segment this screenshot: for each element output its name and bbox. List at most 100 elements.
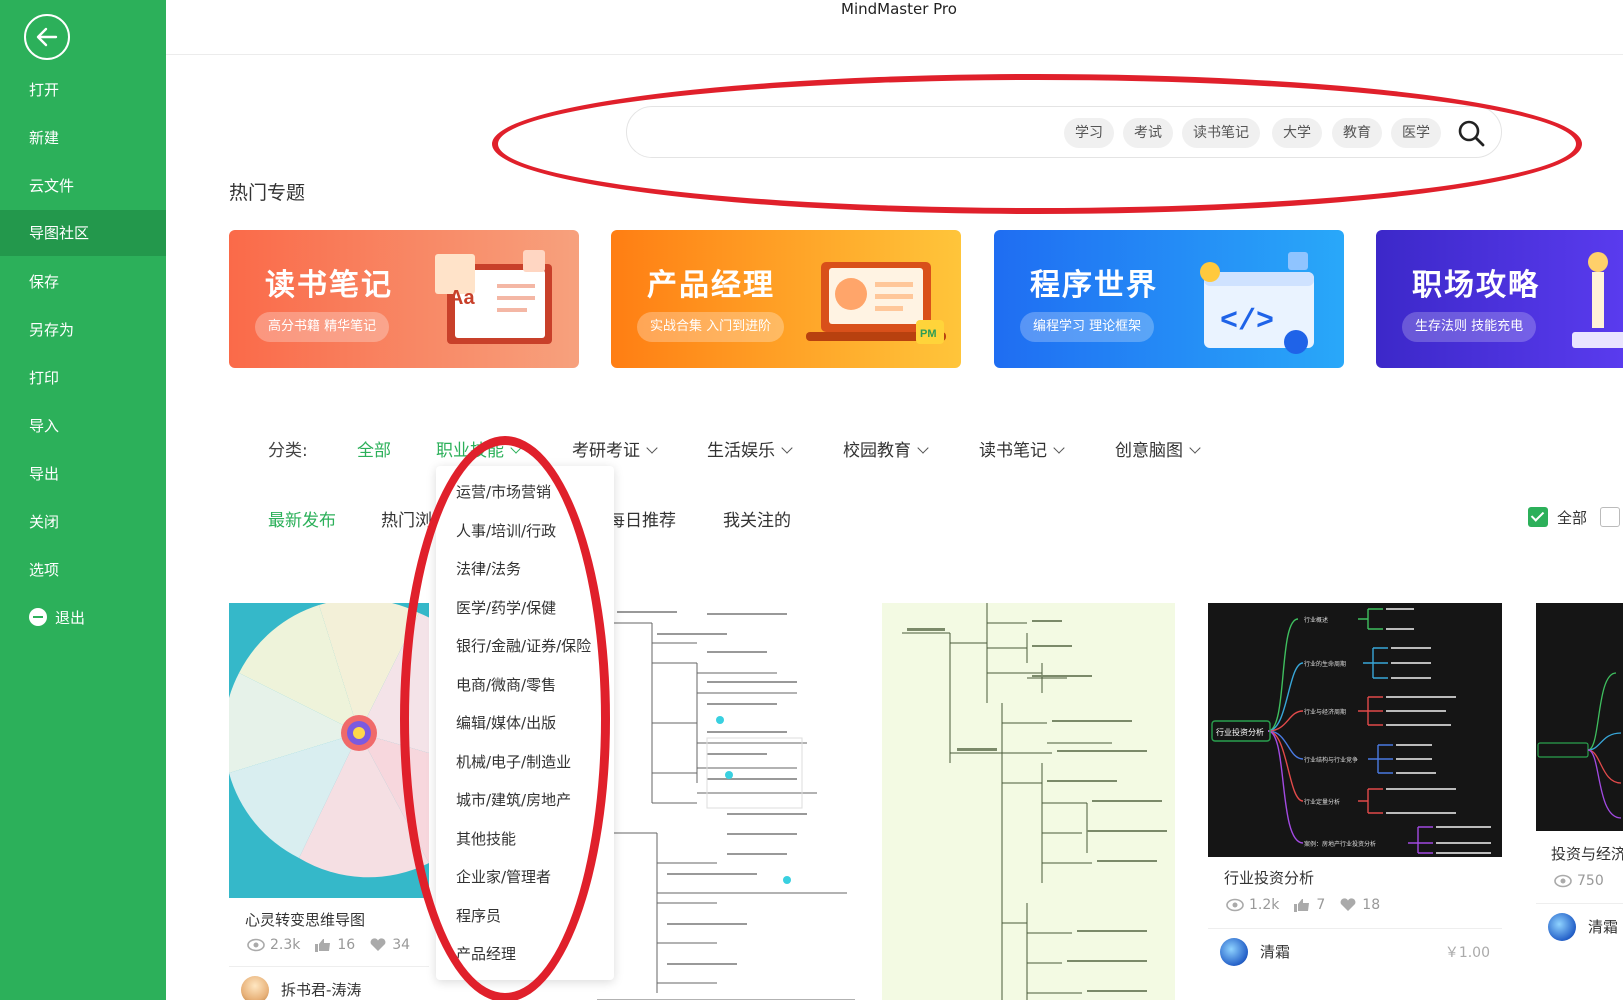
thumb-branch-label: 行业定量分析 — [1304, 798, 1340, 806]
card-stats: 1.2k 7 18 — [1226, 897, 1380, 913]
app-window: 打开 新建 云文件 导图社区 保存 另存为 打印 导入 导出 关闭 选项 退出 … — [0, 0, 1623, 1000]
dropdown-item[interactable]: 法律/法务 — [456, 558, 521, 579]
dropdown-item[interactable]: 运营/市场营销 — [456, 481, 551, 502]
svg-text:PM: PM — [920, 328, 937, 340]
search-tag[interactable]: 学习 — [1064, 118, 1114, 148]
sidebar-item-open[interactable]: 打开 — [0, 68, 166, 112]
dropdown-item[interactable]: 程序员 — [456, 905, 501, 926]
dropdown-item[interactable]: 医学/药学/保健 — [456, 597, 556, 618]
thumb-branch-label: 行业概述 — [1304, 616, 1328, 624]
search-tag[interactable]: 教育 — [1332, 118, 1382, 148]
dropdown-item[interactable]: 企业家/管理者 — [456, 866, 551, 887]
sidebar-item-options[interactable]: 选项 — [0, 548, 166, 592]
fav-count: 18 — [1362, 897, 1381, 913]
sidebar-item-exit[interactable]: 退出 — [0, 596, 166, 640]
mindmap-card[interactable]: 投资与经济 750 清霜 — [1536, 603, 1623, 1000]
dropdown-item[interactable]: 其他技能 — [456, 828, 516, 849]
eye-icon — [247, 938, 265, 952]
category-lifestyle[interactable]: 生活娱乐 — [707, 436, 793, 461]
card-title: 投资与经济 — [1551, 845, 1623, 863]
category-campus[interactable]: 校园教育 — [843, 436, 929, 461]
banner-title: 产品经理 — [647, 268, 775, 303]
sidebar-item-close[interactable]: 关闭 — [0, 500, 166, 544]
sidebar-item-export[interactable]: 导出 — [0, 452, 166, 496]
topic-banner-reading-notes[interactable]: 读书笔记 高分书籍 精华笔记 Aa — [229, 230, 579, 368]
sidebar-item-save-as[interactable]: 另存为 — [0, 308, 166, 352]
search-tag[interactable]: 大学 — [1272, 118, 1322, 148]
thumb-branch-label: 行业与经济周期 — [1304, 708, 1346, 716]
sidebar-item-print[interactable]: 打印 — [0, 356, 166, 400]
exit-icon — [29, 608, 47, 626]
author-name: 清霜 — [1260, 943, 1291, 961]
sidebar-item-cloud-files[interactable]: 云文件 — [0, 164, 166, 208]
card-thumbnail — [229, 603, 429, 898]
chevron-down-icon — [646, 442, 658, 454]
dropdown-item[interactable]: 编辑/媒体/出版 — [456, 712, 556, 733]
search-tag[interactable]: 读书笔记 — [1182, 118, 1260, 148]
title-bar: MindMaster Pro — [166, 0, 1623, 55]
banner-subtitle: 高分书籍 精华笔记 — [255, 312, 390, 342]
chevron-down-icon — [1189, 442, 1201, 454]
search-tag[interactable]: 考试 — [1123, 118, 1173, 148]
dropdown-item[interactable]: 机械/电子/制造业 — [456, 751, 571, 772]
trophy-icon — [1572, 252, 1623, 348]
mindmap-card[interactable]: 心灵转变思维导图 2.3k 16 34 拆书君-涛涛 — [229, 603, 429, 1000]
dropdown-item[interactable]: 电商/微商/零售 — [456, 674, 556, 695]
author-row[interactable]: 清霜 — [1536, 903, 1623, 949]
tab-daily-pick[interactable]: 每日推荐 — [608, 506, 676, 531]
tab-popular[interactable]: 热门浏 — [381, 506, 432, 531]
avatar — [241, 975, 269, 1000]
like-count: 7 — [1316, 897, 1326, 913]
thumb-root-label: 行业投资分析 — [1216, 727, 1264, 737]
mindmap-card[interactable]: 行业投资分析 行业概述 行业的生命周期 行业与经济周期 行业结构与行业竞争 行业… — [1208, 603, 1502, 1000]
card-thumbnail: 行业投资分析 行业概述 行业的生命周期 行业与经济周期 行业结构与行业竞争 行业… — [1208, 603, 1502, 857]
eye-icon — [1554, 874, 1572, 888]
thumbs-up-icon — [1294, 899, 1310, 912]
category-label: 分类: — [268, 441, 308, 461]
category-label-text: 生活娱乐 — [707, 441, 775, 461]
category-creative[interactable]: 创意脑图 — [1115, 436, 1201, 461]
category-reading-notes[interactable]: 读书笔记 — [979, 436, 1065, 461]
search-icon[interactable] — [1457, 119, 1485, 147]
dropdown-item[interactable]: 城市/建筑/房地产 — [456, 789, 571, 810]
card-title: 行业投资分析 — [1224, 869, 1315, 887]
svg-text:</>: </> — [1220, 305, 1274, 339]
sidebar-item-save[interactable]: 保存 — [0, 260, 166, 304]
topic-banner-workplace[interactable]: 职场攻略 生存法则 技能充电 — [1376, 230, 1623, 368]
category-exam[interactable]: 考研考证 — [572, 436, 658, 461]
eye-icon — [1226, 898, 1244, 912]
sidebar-item-new[interactable]: 新建 — [0, 116, 166, 160]
category-dropdown-menu: 运营/市场营销 人事/培训/行政 法律/法务 医学/药学/保健 银行/金融/证券… — [436, 466, 614, 980]
sidebar-item-mindmap-community[interactable]: 导图社区 — [0, 210, 166, 256]
author-name: 拆书君-涛涛 — [281, 981, 362, 999]
back-button[interactable] — [24, 14, 70, 60]
avatar — [1220, 937, 1248, 966]
topic-banner-product-manager[interactable]: 产品经理 实战合集 入门到进阶 PM — [611, 230, 961, 368]
chevron-down-icon — [510, 442, 522, 454]
mindmap-card[interactable] — [597, 603, 855, 1000]
category-all[interactable]: 全部 — [357, 436, 391, 461]
sidebar-item-import[interactable]: 导入 — [0, 404, 166, 448]
tab-latest[interactable]: 最新发布 — [268, 506, 336, 531]
topic-banner-programming[interactable]: 程序世界 编程学习 理论框架 </> — [994, 230, 1344, 368]
author-row[interactable]: 拆书君-涛涛 — [229, 966, 429, 1000]
dropdown-item[interactable]: 人事/培训/行政 — [456, 520, 556, 541]
mindmap-card[interactable] — [882, 603, 1175, 1000]
card-thumbnail — [882, 603, 1175, 1000]
category-career-skills[interactable]: 职业技能 — [436, 436, 522, 461]
search-input[interactable]: 学习 考试 读书笔记 大学 教育 医学 — [626, 106, 1502, 158]
category-label-text: 职业技能 — [436, 441, 504, 461]
dropdown-item[interactable]: 银行/金融/证券/保险 — [456, 635, 591, 656]
banner-subtitle: 实战合集 入门到进阶 — [637, 312, 785, 342]
card-title: 心灵转变思维导图 — [245, 911, 366, 929]
category-label-text: 校园教育 — [843, 441, 911, 461]
search-tag[interactable]: 医学 — [1391, 118, 1441, 148]
like-count: 16 — [337, 937, 356, 953]
code-window-icon: </> — [1200, 252, 1314, 354]
filter-all-checkbox[interactable] — [1528, 507, 1548, 527]
banner-title: 程序世界 — [1030, 268, 1158, 303]
tab-following[interactable]: 我关注的 — [723, 506, 791, 531]
filter-checkbox[interactable] — [1600, 507, 1620, 527]
author-row[interactable]: 清霜 ￥1.00 — [1208, 928, 1502, 974]
dropdown-item[interactable]: 产品经理 — [456, 943, 516, 964]
